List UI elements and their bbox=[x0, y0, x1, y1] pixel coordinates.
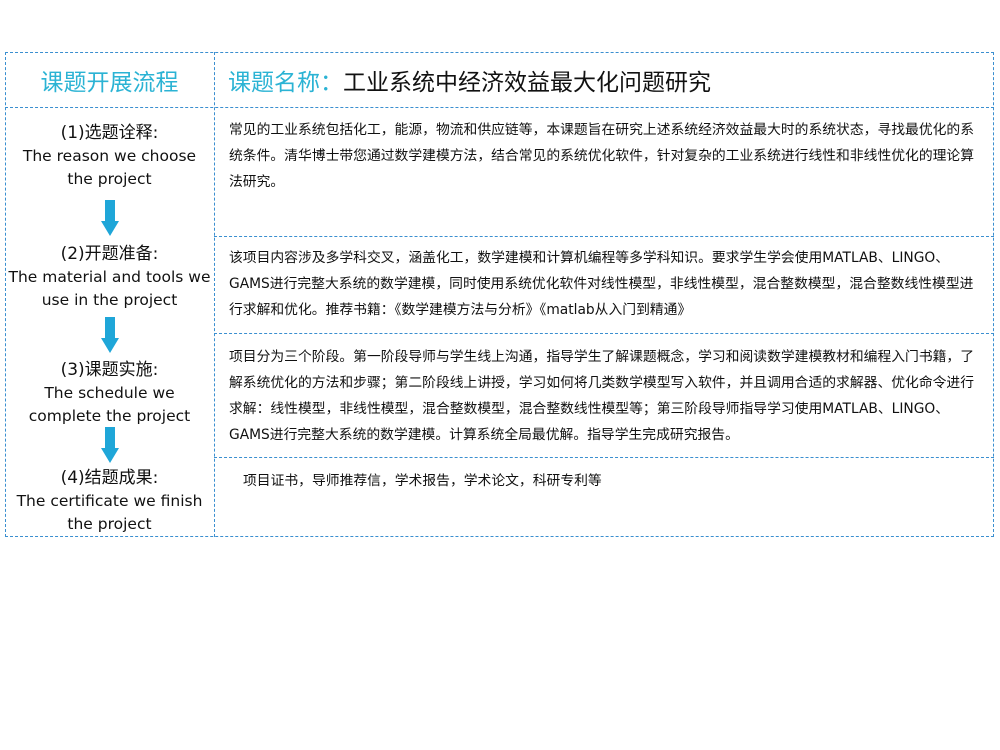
column-divider bbox=[214, 52, 215, 537]
row-divider bbox=[214, 457, 994, 458]
step-title-cn: (3)课题实施: bbox=[60, 360, 159, 380]
step-implementation: (3)课题实施: The schedule we complete the pr… bbox=[5, 359, 214, 428]
row-divider bbox=[214, 236, 994, 237]
step-topic-explanation: (1)选题诠释: The reason we choose the projec… bbox=[5, 122, 214, 191]
row-divider bbox=[214, 333, 994, 334]
description-implementation: 项目分为三个阶段。第一阶段导师与学生线上沟通，指导学生了解课题概念，学习和阅读数… bbox=[229, 349, 975, 443]
process-heading: 课题开展流程 bbox=[40, 70, 179, 96]
project-title-label: 课题名称： bbox=[228, 70, 343, 96]
step-title-cn: (1)选题诠释: bbox=[60, 123, 159, 143]
step-title-en: The certificate we finish the project bbox=[16, 492, 203, 533]
description-topic: 常见的工业系统包括化工，能源，物流和供应链等，本课题旨在研究上述系统经济效益最大… bbox=[229, 122, 975, 190]
step-title-en: The material and tools we use in the pro… bbox=[8, 268, 211, 309]
down-arrow-icon bbox=[101, 317, 119, 355]
down-arrow-icon bbox=[101, 427, 119, 465]
step-preparation: (2)开题准备: The material and tools we use i… bbox=[5, 243, 214, 312]
description-preparation: 该项目内容涉及多学科交叉，涵盖化工，数学建模和计算机编程等多学科知识。要求学生学… bbox=[229, 250, 974, 318]
step-title-en: The reason we choose the project bbox=[22, 147, 197, 188]
step-results: (4)结题成果: The certificate we finish the p… bbox=[5, 467, 214, 536]
project-title: 课题名称： 工业系统中经济效益最大化问题研究 bbox=[228, 52, 711, 108]
down-arrow-icon bbox=[101, 200, 119, 238]
step-title-en: The schedule we complete the project bbox=[28, 384, 191, 425]
project-title-text: 工业系统中经济效益最大化问题研究 bbox=[343, 70, 711, 96]
step-title-cn: (4)结题成果: bbox=[60, 468, 159, 488]
description-results: 项目证书，导师推荐信，学术报告，学术论文，科研专利等 bbox=[243, 473, 602, 489]
step-title-cn: (2)开题准备: bbox=[60, 244, 159, 264]
